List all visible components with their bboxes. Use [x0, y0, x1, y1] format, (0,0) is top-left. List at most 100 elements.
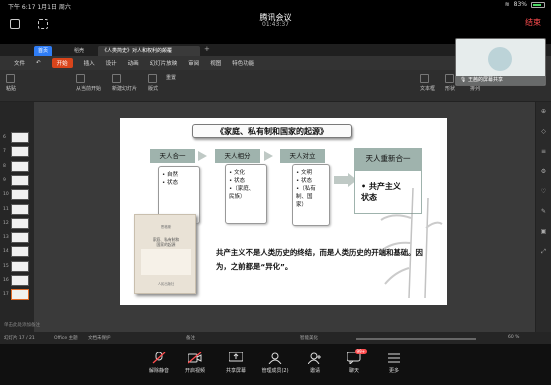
stage-1-header: 天人合一	[150, 149, 195, 163]
more-button[interactable]: 更多	[377, 352, 411, 374]
book-title: 家庭、私有制和 国家的起源	[152, 237, 180, 247]
menu-file[interactable]: 文件	[14, 59, 25, 67]
stage-2-item: • 文化	[229, 170, 245, 176]
menu-insert[interactable]: 插入	[84, 59, 95, 67]
textbox-button[interactable]: 文本框	[420, 74, 435, 92]
slide[interactable]: 《家庭、私有制和国家的起源》 天人合一 • 自然 • 状态 天人相分 • 文化 …	[120, 118, 447, 305]
notes-toggle[interactable]: 备注	[186, 335, 195, 341]
slide-thumbnail-image	[11, 132, 29, 143]
share-screen-button[interactable]: 共享屏幕	[219, 351, 253, 374]
slide-thumbnail[interactable]: 6	[3, 132, 29, 145]
slide-thumbnail-number: 8	[3, 163, 6, 169]
new-slide-button[interactable]: 新建幻灯片	[112, 74, 137, 92]
shape-button[interactable]: 形状	[445, 74, 455, 92]
paste-button[interactable]: 粘贴	[6, 74, 16, 92]
slide-number: 幻灯片 17 / 21	[4, 336, 35, 341]
new-slide-icon	[112, 74, 121, 83]
menu-slideshow[interactable]: 幻灯片放映	[150, 59, 178, 67]
arrow-icon	[198, 151, 207, 161]
slide-thumbnail[interactable]: 12	[3, 217, 29, 231]
slide-thumbnail[interactable]: 16	[3, 275, 29, 288]
notes-placeholder[interactable]: 单击此处添加备注	[4, 322, 40, 328]
slide-status-bar: 单击此处添加备注 幻灯片 17 / 21 Office 主题 文档未保护 备注 …	[0, 323, 551, 344]
battery-percent: 83%	[513, 1, 527, 8]
textbox-icon	[420, 74, 429, 83]
meeting-header: 腾讯会议 01:43:37 结束	[0, 10, 551, 32]
slide-thumbnail-image	[11, 203, 29, 215]
stage-3-box: • 文明 • 状态 •（私有 制、国 家）	[292, 164, 330, 226]
stage-1-item: • 自然	[162, 172, 178, 178]
zoom-slider[interactable]	[356, 338, 476, 340]
book-band	[141, 249, 191, 275]
reset-button[interactable]: 重置	[166, 74, 176, 81]
invite-button[interactable]: 邀请	[298, 352, 332, 374]
slide-thumbnail[interactable]: 8	[3, 160, 29, 174]
slide-thumbnail-image	[11, 246, 29, 258]
zoom-level[interactable]: 60 %	[508, 335, 519, 340]
new-tab-icon[interactable]: +	[204, 45, 210, 53]
tab-docer[interactable]: 稻壳	[70, 46, 88, 56]
avatar	[488, 47, 512, 71]
stage-3-item: • 状态	[296, 178, 312, 184]
screen-share-video[interactable]: 🎙 王茜的屏幕共享	[455, 38, 546, 86]
slide-thumbnail-number: 17	[3, 292, 9, 298]
slide-thumbnail-image	[11, 174, 29, 186]
menu-review[interactable]: 审阅	[188, 59, 199, 67]
share-screen-icon	[228, 351, 244, 364]
stage-3-title: 天人对立	[280, 149, 325, 163]
stage-2-item: •（家庭、	[229, 186, 255, 192]
from-start-button[interactable]: 从当前开始	[76, 74, 101, 92]
slide-thumbnail[interactable]: 17	[3, 289, 29, 302]
slide-thumbnail[interactable]: 7	[3, 146, 29, 159]
chat-label: 聊天	[348, 368, 359, 374]
slide-thumbnail-image	[11, 275, 29, 286]
chat-button[interactable]: 99+ 聊天	[337, 349, 371, 374]
menu-start[interactable]: 开始	[51, 58, 73, 68]
slide-thumbnail[interactable]: 13	[3, 232, 29, 245]
stage-2-item: • 状态	[229, 178, 245, 184]
camera-off-icon	[187, 351, 202, 364]
menu-view[interactable]: 视图	[210, 59, 221, 67]
start-video-button[interactable]: 开启视频	[178, 351, 212, 374]
menu-special[interactable]: 特色功能	[232, 59, 254, 67]
unmute-button[interactable]: 解除静音	[142, 351, 176, 374]
stage-2-item: 民族）	[229, 194, 246, 200]
tab-document[interactable]: 《人类简史》对人和权利的颠覆	[98, 46, 200, 56]
slide-thumbnail-image	[11, 232, 29, 244]
meeting-timer: 01:43:37	[262, 21, 289, 28]
invite-label: 邀请	[309, 368, 320, 374]
tab-home[interactable]: 首页	[34, 46, 53, 56]
slide-thumbnail[interactable]: 9	[3, 174, 29, 188]
invite-icon	[307, 352, 322, 365]
slide-thumbnail-number: 6	[3, 135, 6, 140]
slide-thumbnail[interactable]: 14	[3, 246, 29, 259]
right-tool-rail: ⊕ ◇ ≡ ⚙ ♡ ✎ ▣ ⤢	[535, 102, 551, 332]
manage-members-button[interactable]: 管理成员(2)	[258, 352, 292, 374]
slide-thumbnail[interactable]: 10	[3, 189, 29, 202]
battery-icon	[531, 1, 545, 8]
slide-thumbnail[interactable]: 15	[3, 260, 29, 274]
slide-thumbnail[interactable]: 11	[3, 203, 29, 217]
slide-thumbnail-number: 16	[3, 278, 9, 283]
stage-3-item: 制、国	[296, 194, 313, 200]
more-label: 更多	[388, 368, 399, 374]
smart-beautify[interactable]: 智能美化	[300, 335, 318, 341]
unmute-label: 解除静音	[148, 368, 169, 374]
video-name: 🎙 王茜的屏幕共享	[456, 76, 545, 85]
slide-thumbnail-number: 7	[3, 149, 6, 155]
share-screen-label: 共享屏幕	[225, 368, 246, 374]
stage-2-title: 天人相分	[215, 149, 260, 163]
slide-thumbnail-number: 11	[3, 206, 9, 212]
members-icon	[268, 352, 282, 365]
book-author: 恩格斯	[160, 225, 172, 229]
menu-animation[interactable]: 动画	[128, 59, 139, 67]
menu-design[interactable]: 设计	[106, 59, 117, 67]
book-cover: 恩格斯 家庭、私有制和 国家的起源 人民出版社	[134, 214, 196, 294]
play-icon	[76, 74, 85, 83]
menu-undo-icon[interactable]: ↶	[36, 60, 41, 66]
layout-button[interactable]: 版式	[148, 74, 158, 92]
protect-status[interactable]: 文档未保护	[88, 335, 111, 341]
end-meeting-button[interactable]: 结束	[525, 17, 541, 28]
book-publisher: 人民出版社	[157, 282, 175, 286]
slide-thumbnail-image	[11, 260, 29, 272]
